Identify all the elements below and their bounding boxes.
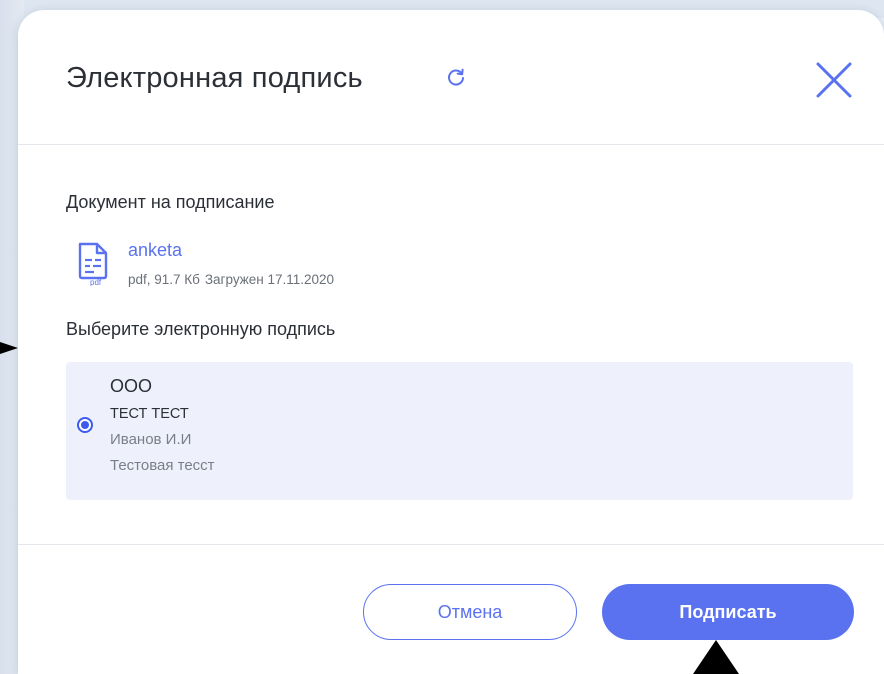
signature-section-label: Выберите электронную подпись [66,319,336,339]
signature-organization: ООО [110,376,153,396]
document-link[interactable]: anketa [128,240,182,261]
close-icon[interactable] [814,60,854,100]
dialog-title: Электронная подпись [66,62,363,94]
document-meta: pdf, 91.7 Кб Загружен 17.11.2020 [128,272,339,287]
signature-radio[interactable] [77,417,93,433]
signature-org-name: Тестовая тесст [110,457,215,474]
document-type-size: pdf, 91.7 Кб [128,272,200,287]
sign-button[interactable]: Подписать [602,584,854,640]
signature-option[interactable]: ООО ТЕСТ ТЕСТ Иванов И.И Тестовая тесст [66,362,853,500]
document-upload-date: Загружен 17.11.2020 [204,272,335,287]
cancel-button[interactable]: Отмена [363,584,577,640]
signature-certificate-name: ТЕСТ ТЕСТ [110,406,189,422]
signature-owner: Иванов И.И [110,431,192,448]
svg-text:pdf: pdf [90,278,102,286]
footer-divider [18,544,884,545]
dialog-header: Электронная подпись [18,10,884,145]
refresh-icon[interactable] [445,67,467,89]
pdf-file-icon: pdf [78,242,108,286]
annotation-arrow-left [0,342,18,354]
signature-dialog: Электронная подпись Документ на подписан… [18,10,884,674]
document-section-label: Документ на подписание [66,192,275,212]
annotation-arrow-up [693,640,739,674]
